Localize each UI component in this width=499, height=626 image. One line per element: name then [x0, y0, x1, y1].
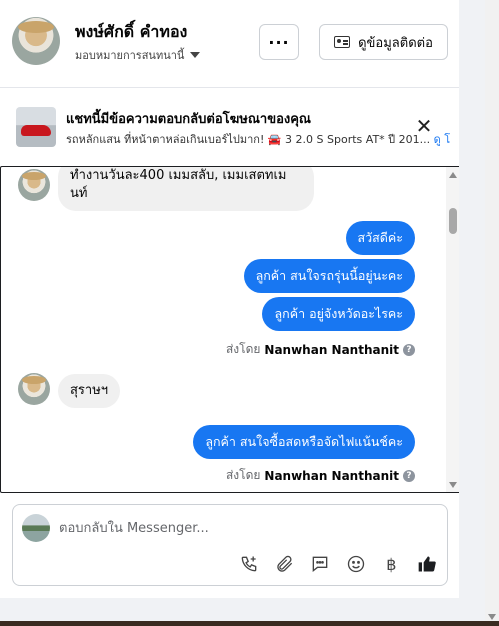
reply-composer: ฿: [12, 504, 448, 586]
close-icon[interactable]: ✕: [414, 116, 434, 136]
sent-by-label: ส่งโดย Nanwhan Nanthanit ?: [226, 340, 415, 359]
sender-avatar: [18, 169, 50, 201]
page-avatar: [22, 514, 50, 542]
thread-scrollbar[interactable]: [446, 167, 460, 492]
ad-banner-title: แชทนี้มีข้อความตอบกลับต่อโฆษณาของคุณ: [66, 112, 311, 127]
conversation-header: พงษ์ศักดิ์ คำทอง มอบหมายการสนทนานี้ ··· …: [0, 0, 459, 88]
saved-reply-icon[interactable]: [308, 552, 332, 576]
outgoing-message: ลูกค้า สนใจซื้อสดหรือจัดไฟแน้นช์คะ: [193, 425, 415, 459]
scroll-down-arrow-icon[interactable]: [488, 614, 496, 620]
outgoing-message: ลูกค้า อยู่จังหวัดอะไรคะ: [262, 297, 415, 331]
page-scrollbar[interactable]: [485, 0, 499, 626]
contact-card-icon: [334, 36, 351, 48]
more-options-button[interactable]: ···: [259, 24, 299, 60]
scroll-down-arrow-icon[interactable]: [449, 482, 457, 488]
sent-by-name: Nanwhan Nanthanit: [264, 342, 399, 357]
info-icon[interactable]: ?: [403, 343, 415, 356]
thumbs-up-icon[interactable]: [415, 552, 439, 576]
message-thread: ทำงานวันละ400 เมมสลับ, เมมเสตทเม นท์ สวั…: [0, 166, 461, 493]
sent-by-name: Nanwhan Nanthanit: [264, 468, 399, 483]
conversation-panel: พงษ์ศักดิ์ คำทอง มอบหมายการสนทนานี้ ··· …: [0, 0, 461, 598]
paperclip-icon[interactable]: [273, 552, 297, 576]
emoji-icon[interactable]: [344, 552, 368, 576]
contact-name[interactable]: พงษ์ศักดิ์ คำทอง: [75, 20, 187, 45]
view-contact-button[interactable]: ดูข้อมูลติดต่อ: [319, 24, 448, 60]
view-ad-link[interactable]: ดู โ: [434, 133, 451, 146]
ad-thumbnail[interactable]: [16, 107, 56, 147]
outgoing-message: ลูกค้า สนใจรถรุ่นนี้อยู่นะคะ: [243, 259, 415, 293]
sent-by-label: ส่งโดย Nanwhan Nanthanit ?: [226, 466, 415, 485]
sender-avatar: [18, 373, 50, 405]
incoming-message: ทำงานวันละ400 เมมสลับ, เมมเสตทเม นท์: [58, 167, 314, 211]
taskbar-strip: [0, 621, 499, 626]
ad-caption: รถหลักแสน ที่หน้าตาหล่อเกินเบอร์ไปมาก! 🚘…: [66, 133, 431, 146]
car-image: [21, 125, 51, 136]
assign-conversation[interactable]: มอบหมายการสนทนานี้: [75, 46, 201, 64]
sent-by-prefix: ส่งโดย: [225, 468, 261, 482]
baht-icon[interactable]: ฿: [379, 552, 403, 576]
avatar[interactable]: [12, 17, 60, 65]
ad-reply-banner: แชทนี้มีข้อความตอบกลับต่อโฆษณาของคุณ รถห…: [0, 88, 459, 166]
scrollbar-thumb[interactable]: [449, 208, 457, 234]
outgoing-message: สวัสดีค่ะ: [345, 221, 415, 255]
call-add-icon[interactable]: [237, 552, 261, 576]
scroll-up-arrow-icon[interactable]: [449, 172, 457, 178]
composer-toolbar: ฿: [233, 551, 443, 577]
incoming-message: สุราษฯ: [58, 374, 121, 408]
view-contact-label: ดูข้อมูลติดต่อ: [358, 35, 433, 51]
sent-by-prefix: ส่งโดย: [225, 342, 261, 356]
ad-banner-subtitle: รถหลักแสน ที่หน้าตาหล่อเกินเบอร์ไปมาก! 🚘…: [66, 130, 459, 148]
reply-input[interactable]: [59, 515, 439, 541]
assign-label: มอบหมายการสนทนานี้: [75, 49, 185, 62]
chevron-down-icon: [190, 52, 201, 58]
info-icon[interactable]: ?: [403, 469, 415, 482]
